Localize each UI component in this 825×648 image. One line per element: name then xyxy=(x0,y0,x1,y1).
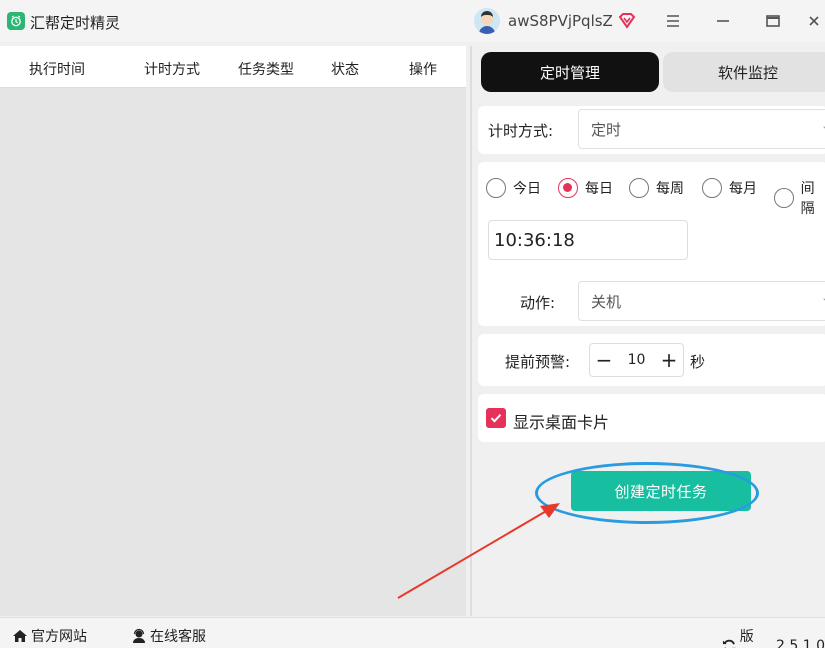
warning-label: 提前预警: xyxy=(505,353,571,371)
version-info[interactable]: 版本: 2.5.1.0 xyxy=(722,626,825,648)
warning-row: 提前预警: − 10 + 秒 xyxy=(478,334,825,386)
show-card-row: 显示桌面卡片 xyxy=(478,394,825,442)
maximize-icon[interactable] xyxy=(759,8,787,34)
radio-label-interval: 间隔 xyxy=(800,181,815,217)
radio-label-monthly: 每月 xyxy=(729,181,757,197)
task-list-panel: 执行时间 计时方式 任务类型 状态 操作 xyxy=(0,46,466,616)
radio-label-today: 今日 xyxy=(513,181,541,197)
timing-mode-label: 计时方式: xyxy=(488,122,554,140)
show-card-label: 显示桌面卡片 xyxy=(513,413,610,432)
radio-circle xyxy=(629,178,649,198)
warning-value[interactable]: 10 xyxy=(618,352,655,368)
show-card-checkbox[interactable] xyxy=(486,408,506,428)
radio-circle xyxy=(486,178,506,198)
app-logo-icon xyxy=(7,12,25,30)
column-header-actions: 操作 xyxy=(409,62,437,78)
menu-icon[interactable] xyxy=(659,8,687,34)
avatar[interactable] xyxy=(474,8,500,34)
app-title: 汇帮定时精灵 xyxy=(30,14,121,32)
settings-panel: 定时管理 软件监控 计时方式: 定时 今日 每日 每周 每月 间隔 10:36:… xyxy=(473,46,825,616)
refresh-icon xyxy=(722,639,736,648)
radio-label-weekly: 每周 xyxy=(656,181,684,197)
column-header-timing-mode: 计时方式 xyxy=(144,62,200,78)
action-select[interactable]: 关机 xyxy=(578,281,825,321)
vip-diamond-icon[interactable] xyxy=(617,11,637,31)
increment-button[interactable]: + xyxy=(655,344,683,376)
action-label: 动作: xyxy=(520,294,556,312)
tab-timer-management[interactable]: 定时管理 xyxy=(481,52,659,92)
username[interactable]: awS8PVjPqlsZ xyxy=(508,12,613,30)
timing-mode-row: 计时方式: 定时 xyxy=(478,106,825,154)
create-task-button[interactable]: 创建定时任务 xyxy=(571,471,751,511)
close-icon[interactable] xyxy=(806,8,825,34)
title-bar: 汇帮定时精灵 awS8PVjPqlsZ xyxy=(0,0,825,42)
column-header-task-type: 任务类型 xyxy=(238,62,294,78)
radio-label-daily: 每日 xyxy=(585,181,613,197)
online-support-label: 在线客服 xyxy=(150,629,206,645)
action-row: 动作: 关机 xyxy=(478,278,825,326)
radio-circle xyxy=(702,178,722,198)
warning-stepper: − 10 + xyxy=(589,343,684,377)
timing-mode-select[interactable]: 定时 xyxy=(578,109,825,149)
column-header-execute-time: 执行时间 xyxy=(29,62,85,78)
timing-mode-value: 定时 xyxy=(591,120,622,139)
radio-interval[interactable]: 间隔 xyxy=(774,178,825,218)
radio-circle xyxy=(558,178,578,198)
home-icon xyxy=(13,630,27,642)
action-value: 关机 xyxy=(591,292,622,311)
column-header-status: 状态 xyxy=(331,62,359,78)
table-header: 执行时间 计时方式 任务类型 状态 操作 xyxy=(0,46,466,88)
online-support-link[interactable]: 在线客服 xyxy=(131,626,206,646)
footer: 官方网站 在线客服 版本: 2.5.1.0 xyxy=(0,617,825,648)
panel-divider xyxy=(470,46,472,616)
radio-today[interactable]: 今日 xyxy=(486,178,541,198)
time-input[interactable]: 10:36:18 xyxy=(488,220,688,260)
tab-software-monitor[interactable]: 软件监控 xyxy=(663,52,825,92)
decrement-button[interactable]: − xyxy=(590,344,618,376)
radio-monthly[interactable]: 每月 xyxy=(702,178,757,198)
minimize-icon[interactable] xyxy=(709,8,737,34)
radio-circle xyxy=(774,188,794,208)
version-label: 版本: xyxy=(739,629,754,645)
seconds-unit: 秒 xyxy=(690,353,706,371)
radio-weekly[interactable]: 每周 xyxy=(629,178,684,198)
official-website-link[interactable]: 官方网站 xyxy=(12,626,87,646)
version-number: 2.5.1.0 xyxy=(776,638,825,648)
official-website-label: 官方网站 xyxy=(31,629,87,645)
radio-daily[interactable]: 每日 xyxy=(558,178,613,198)
support-icon xyxy=(133,628,145,643)
